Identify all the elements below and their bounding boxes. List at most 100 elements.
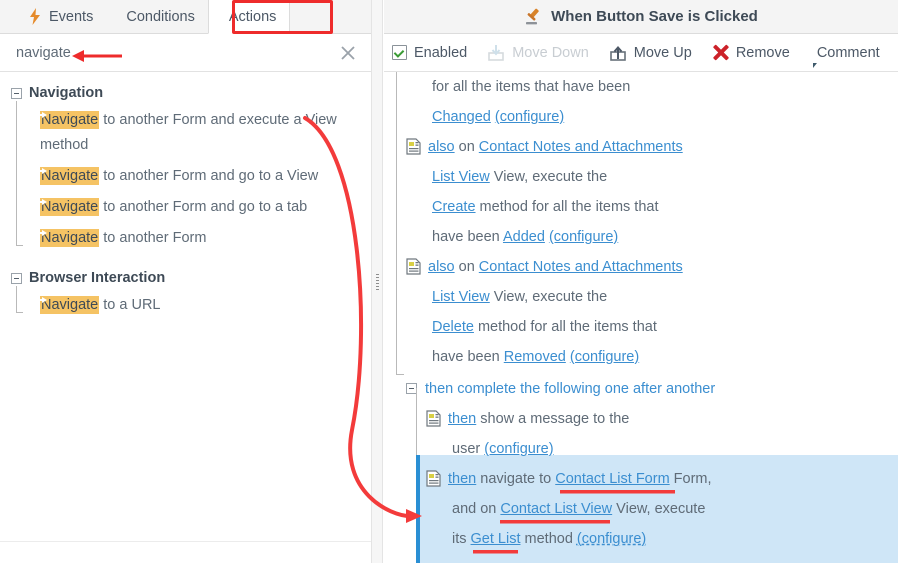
action-link[interactable]: also [428, 259, 455, 275]
action-text: method for all the items that [473, 319, 657, 335]
action-line[interactable]: Delete method for all the items that [384, 312, 898, 342]
action-link[interactable]: (configure) [495, 109, 564, 125]
action-line-text: its Get List method (configure) [452, 524, 646, 554]
action-link[interactable]: Create [432, 199, 476, 215]
action-link[interactable]: (configure) [570, 349, 639, 365]
action-line[interactable]: then navigate to Contact List Form Form, [404, 464, 898, 494]
action-text: on [454, 139, 479, 155]
action-line-text: Create method for all the items that [432, 192, 658, 222]
action-line[interactable]: List View View, execute the [384, 282, 898, 312]
gavel-icon [524, 7, 543, 26]
action-line[interactable]: and on Contact List View View, execute [404, 494, 898, 524]
horizontal-scrollbar[interactable] [0, 541, 371, 563]
action-text: navigate to [476, 471, 556, 487]
collapse-icon[interactable] [11, 87, 22, 99]
move-down-button[interactable]: Move Down [487, 44, 589, 62]
document-icon [426, 470, 441, 487]
action-text: method for all the items that [475, 199, 659, 215]
action-line[interactable]: also on Contact Notes and Attachments [384, 132, 898, 162]
action-line[interactable]: user (configure) [404, 434, 898, 464]
action-link[interactable]: also [428, 139, 455, 155]
action-link[interactable]: Removed [504, 349, 566, 365]
list-item[interactable]: Navigate to another Form and go to a Vie… [33, 161, 371, 192]
panel-splitter[interactable] [371, 0, 383, 563]
action-text: user [452, 441, 485, 457]
move-down-label: Move Down [512, 44, 589, 61]
action-line[interactable]: have been Added (configure) [384, 222, 898, 252]
action-link[interactable]: Contact List View [500, 501, 612, 517]
search-input[interactable] [14, 43, 314, 62]
tab-actions[interactable]: Actions [207, 0, 291, 34]
action-link[interactable]: Contact Notes and Attachments [479, 139, 683, 155]
list-item[interactable]: Navigate to another Form and go to a tab [33, 192, 371, 223]
action-text: View, execute the [489, 289, 608, 305]
action-text: for all the items that have been [432, 79, 631, 95]
action-line[interactable]: for all the items that have been [384, 72, 898, 102]
action-text: and on [452, 501, 501, 517]
list-item[interactable]: Navigate to a URL [33, 290, 371, 321]
tree-group-header[interactable]: Browser Interaction [0, 266, 371, 290]
action-link[interactable]: (configure) [549, 229, 618, 245]
close-x-icon [712, 44, 729, 61]
action-link[interactable]: List View [432, 289, 490, 305]
action-link[interactable]: Contact List Form [555, 471, 669, 487]
action-link[interactable]: Get List [471, 531, 521, 547]
action-link[interactable]: (configure) [484, 441, 553, 457]
action-group-label: then complete the following one after an… [425, 381, 716, 397]
action-line[interactable]: its Get List method (configure) [404, 524, 898, 554]
action-text: have been [432, 349, 504, 365]
collapse-icon[interactable] [11, 272, 22, 284]
action-link[interactable]: List View [432, 169, 490, 185]
action-line-list: for all the items that have been Changed … [384, 72, 898, 372]
remove-button[interactable]: Remove [712, 44, 790, 61]
action-line[interactable]: have been Removed (configure) [384, 342, 898, 372]
list-item[interactable]: Navigate to another Form and execute a V… [33, 105, 371, 161]
action-line[interactable]: List View View, execute the [384, 162, 898, 192]
close-icon[interactable] [337, 42, 359, 64]
comment-button[interactable]: Comment [810, 45, 880, 61]
action-line-text: then show a message to the [448, 404, 629, 434]
action-link[interactable]: then [448, 471, 476, 487]
action-line[interactable]: then show a message to the [404, 404, 898, 434]
action-child-line-list: then show a message to the user (configur… [404, 404, 898, 554]
list-item[interactable]: Navigate to another Form [33, 223, 371, 254]
right-panel: When Button Save is Clicked Enabled Move… [384, 0, 898, 563]
move-down-icon [487, 44, 505, 62]
enabled-label: Enabled [414, 44, 468, 61]
move-up-label: Move Up [633, 44, 692, 61]
action-line-text: List View View, execute the [432, 282, 607, 312]
enabled-checkbox[interactable]: Enabled [392, 45, 467, 61]
action-text: show a message to the [476, 411, 630, 427]
tab-conditions[interactable]: Conditions [106, 0, 208, 33]
checkbox-icon[interactable] [392, 45, 407, 60]
tab-actions-label: Actions [228, 8, 277, 25]
action-text: have been [432, 229, 503, 245]
document-icon [426, 410, 441, 427]
action-toolbar: Enabled Move Down Move Up Remove Comment [384, 34, 898, 72]
document-icon [406, 138, 421, 155]
action-line[interactable]: Create method for all the items that [384, 192, 898, 222]
tree-group-header[interactable]: Navigation [0, 81, 371, 105]
action-line-text: have been Removed (configure) [432, 342, 639, 372]
splitter-grip[interactable] [376, 274, 379, 292]
action-group-line[interactable]: then complete the following one after an… [384, 374, 898, 404]
action-link[interactable]: Contact Notes and Attachments [479, 259, 683, 275]
comment-label: Comment [816, 44, 880, 61]
page-title: When Button Save is Clicked [551, 8, 758, 25]
action-line[interactable]: also on Contact Notes and Attachments [384, 252, 898, 282]
action-link[interactable]: (configure) [577, 531, 646, 547]
move-up-button[interactable]: Move Up [609, 44, 692, 62]
list-item-label: Navigate to another Form and go to a tab [40, 198, 308, 216]
remove-label: Remove [735, 44, 790, 61]
action-link[interactable]: Delete [432, 319, 474, 335]
tab-events[interactable]: Events [16, 0, 106, 33]
action-link[interactable]: Added [503, 229, 545, 245]
action-link[interactable]: Changed [432, 109, 491, 125]
action-link[interactable]: then [448, 411, 476, 427]
action-text: its [452, 531, 471, 547]
bolt-icon [29, 8, 42, 25]
tree-group-body: Navigate to a URL [16, 286, 371, 321]
search-bar [0, 34, 371, 72]
action-editor-window: Events Conditions Actions navigate Navig… [0, 0, 898, 563]
action-line[interactable]: Changed (configure) [384, 102, 898, 132]
